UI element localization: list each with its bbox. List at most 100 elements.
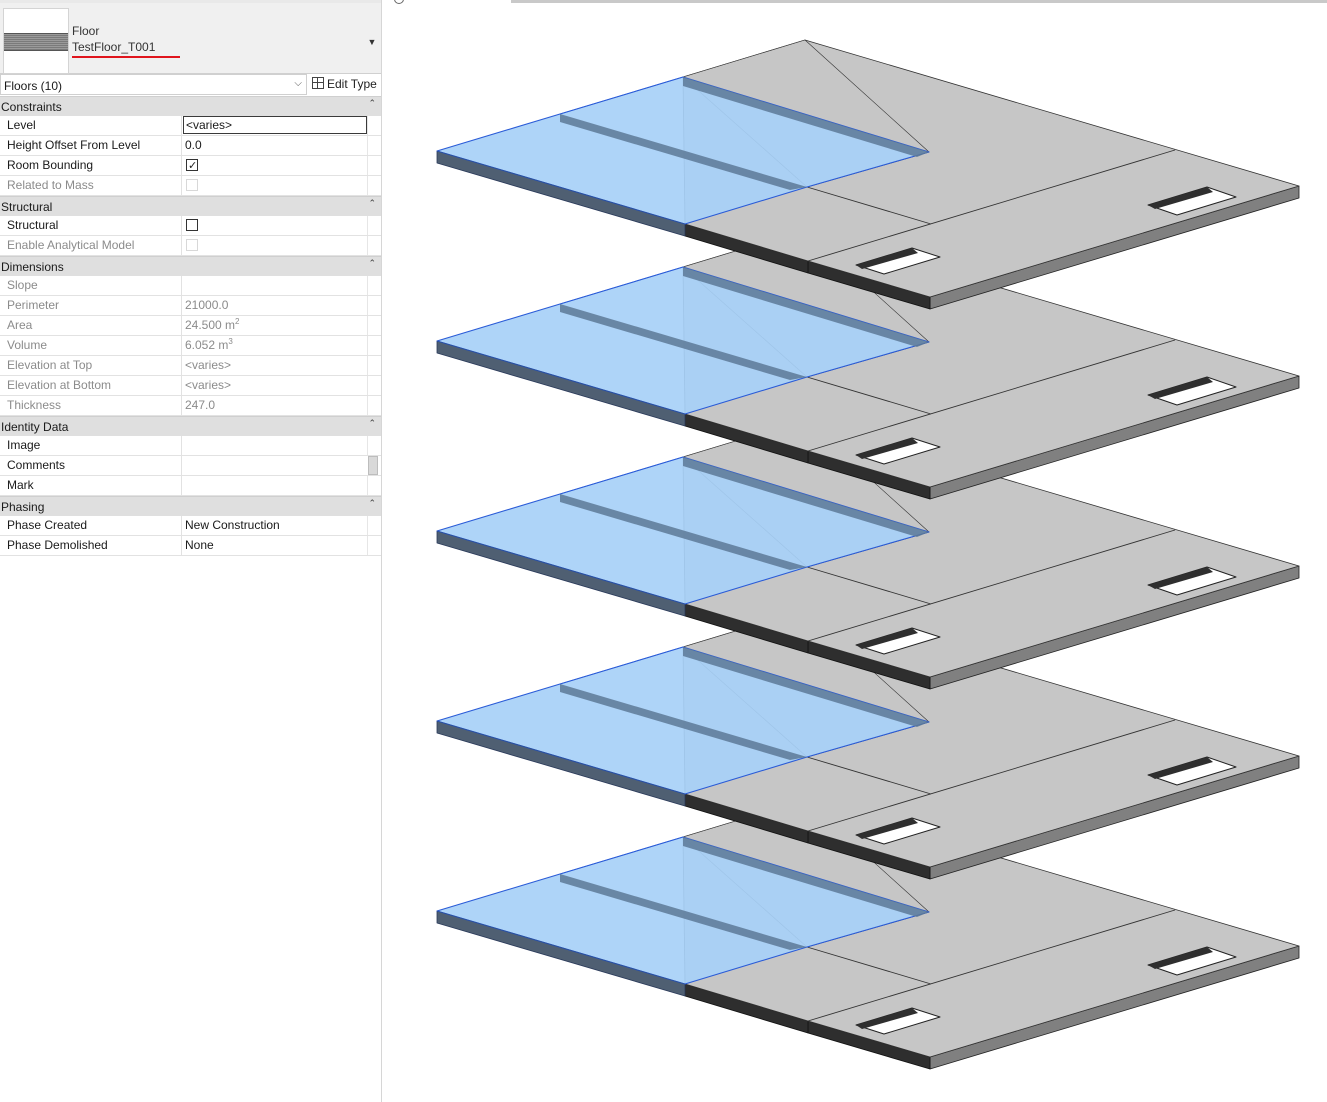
- collapse-icon[interactable]: ⌃: [368, 258, 376, 269]
- edit-type-button[interactable]: Edit Type: [309, 74, 381, 95]
- comments-value[interactable]: [183, 456, 367, 475]
- row-gutter: [367, 516, 380, 535]
- row-gutter: [367, 476, 380, 495]
- image-value[interactable]: [183, 436, 367, 455]
- property-row-height-offset: Height Offset From Level 0.0: [0, 136, 381, 156]
- mark-value[interactable]: [183, 476, 367, 495]
- checkmark-icon: ✓: [188, 160, 198, 172]
- type-selector[interactable]: Floor TestFloor_T001 ▼: [0, 3, 381, 74]
- phase-demolished-value[interactable]: None: [183, 536, 367, 555]
- property-row-volume: Volume 6.052 m3: [0, 336, 381, 356]
- 3d-floor-stack[interactable]: [382, 0, 1327, 1102]
- structural-checkbox[interactable]: [186, 219, 198, 231]
- floor-slab-icon: [4, 33, 68, 51]
- row-gutter: [367, 376, 380, 395]
- type-name-label: TestFloor_T001: [72, 40, 156, 54]
- analytical-cell: [183, 236, 367, 255]
- type-family-label: Floor: [72, 24, 100, 38]
- property-name: Volume: [0, 336, 182, 355]
- section-constraints[interactable]: Constraints ⌃: [0, 96, 381, 116]
- room-bounding-checkbox[interactable]: ✓: [186, 159, 198, 172]
- floor-type-thumbnail: [3, 8, 69, 74]
- row-gutter: [367, 436, 380, 455]
- property-name: Perimeter: [0, 296, 182, 315]
- property-row-perimeter: Perimeter 21000.0: [0, 296, 381, 316]
- row-gutter: [367, 396, 380, 415]
- edit-type-label: Edit Type: [327, 77, 377, 91]
- property-row-room-bounding: Room Bounding ✓: [0, 156, 381, 176]
- volume-number: 6.052 m: [185, 338, 229, 352]
- property-row-phase-created: Phase Created New Construction: [0, 516, 381, 536]
- property-name: Enable Analytical Model: [0, 236, 182, 255]
- section-title: Identity Data: [1, 420, 69, 434]
- caret-down-icon[interactable]: ▼: [366, 36, 378, 48]
- elevation-bottom-value: <varies>: [185, 378, 232, 392]
- edit-type-icon: [312, 77, 324, 89]
- property-name: Room Bounding: [0, 156, 182, 175]
- property-row-elevation-top: Elevation at Top <varies>: [0, 356, 381, 376]
- element-filter-dropdown[interactable]: Floors (10) ⌵: [0, 74, 307, 95]
- row-gutter: [367, 176, 380, 195]
- property-name: Slope: [0, 276, 182, 295]
- collapse-icon[interactable]: ⌃: [368, 98, 376, 109]
- property-row-analytical: Enable Analytical Model: [0, 236, 381, 256]
- property-name: Area: [0, 316, 182, 335]
- section-title: Dimensions: [1, 260, 64, 274]
- property-name: Phase Created: [0, 516, 182, 535]
- property-name: Height Offset From Level: [0, 136, 182, 155]
- 3d-view-canvas[interactable]: [382, 0, 1327, 1102]
- row-gutter: [367, 316, 380, 335]
- collapse-icon[interactable]: ⌃: [368, 198, 376, 209]
- area-unit-exponent: 2: [235, 317, 240, 326]
- section-title: Structural: [1, 200, 53, 214]
- section-identity-data[interactable]: Identity Data ⌃: [0, 416, 381, 436]
- section-structural[interactable]: Structural ⌃: [0, 196, 381, 216]
- row-gutter: [367, 116, 380, 135]
- volume-unit-exponent: 3: [228, 337, 233, 346]
- scrollbar-thumb[interactable]: [368, 456, 378, 475]
- property-name: Elevation at Top: [0, 356, 182, 375]
- volume-value: 6.052 m3: [183, 336, 367, 355]
- collapse-icon[interactable]: ⌃: [368, 498, 376, 509]
- property-name: Mark: [0, 476, 182, 495]
- row-gutter: [367, 296, 380, 315]
- thickness-value: 247.0: [185, 398, 216, 412]
- property-name: Level: [0, 116, 182, 135]
- row-gutter: [367, 156, 380, 175]
- section-title: Phasing: [1, 500, 45, 514]
- row-gutter: [367, 356, 380, 375]
- property-row-slope: Slope: [0, 276, 381, 296]
- property-name: Structural: [0, 216, 182, 235]
- property-row-related-mass: Related to Mass: [0, 176, 381, 196]
- section-dimensions[interactable]: Dimensions ⌃: [0, 256, 381, 276]
- row-gutter: [367, 276, 380, 295]
- property-row-level: Level <varies>: [0, 116, 381, 136]
- slope-value: [183, 276, 367, 295]
- area-value: 24.500 m2: [183, 316, 367, 335]
- collapse-icon[interactable]: ⌃: [368, 418, 376, 429]
- analytical-checkbox: [186, 239, 198, 251]
- filter-label: Floors (10): [4, 79, 63, 93]
- area-number: 24.500 m: [185, 318, 236, 332]
- property-name: Thickness: [0, 396, 182, 415]
- row-gutter: [367, 536, 380, 555]
- chevron-down-icon: ⌵: [294, 78, 302, 89]
- row-gutter: [367, 136, 380, 155]
- section-phasing[interactable]: Phasing ⌃: [0, 496, 381, 516]
- related-mass-checkbox: [186, 179, 198, 191]
- perimeter-value: 21000.0: [185, 298, 229, 312]
- room-bounding-cell: ✓: [183, 156, 367, 175]
- level-value-field[interactable]: <varies>: [183, 116, 367, 134]
- height-offset-value[interactable]: 0.0: [183, 136, 367, 155]
- property-row-mark: Mark: [0, 476, 381, 496]
- related-mass-cell: [183, 176, 367, 195]
- property-name: Comments: [0, 456, 182, 475]
- structural-cell: [183, 216, 367, 235]
- property-name: Elevation at Bottom: [0, 376, 182, 395]
- phase-created-value[interactable]: New Construction: [183, 516, 367, 535]
- property-row-image: Image: [0, 436, 381, 456]
- property-row-thickness: Thickness 247.0: [0, 396, 381, 416]
- property-name: Image: [0, 436, 182, 455]
- property-row-structural: Structural: [0, 216, 381, 236]
- instance-filter-row: Floors (10) ⌵ Edit Type: [0, 74, 381, 96]
